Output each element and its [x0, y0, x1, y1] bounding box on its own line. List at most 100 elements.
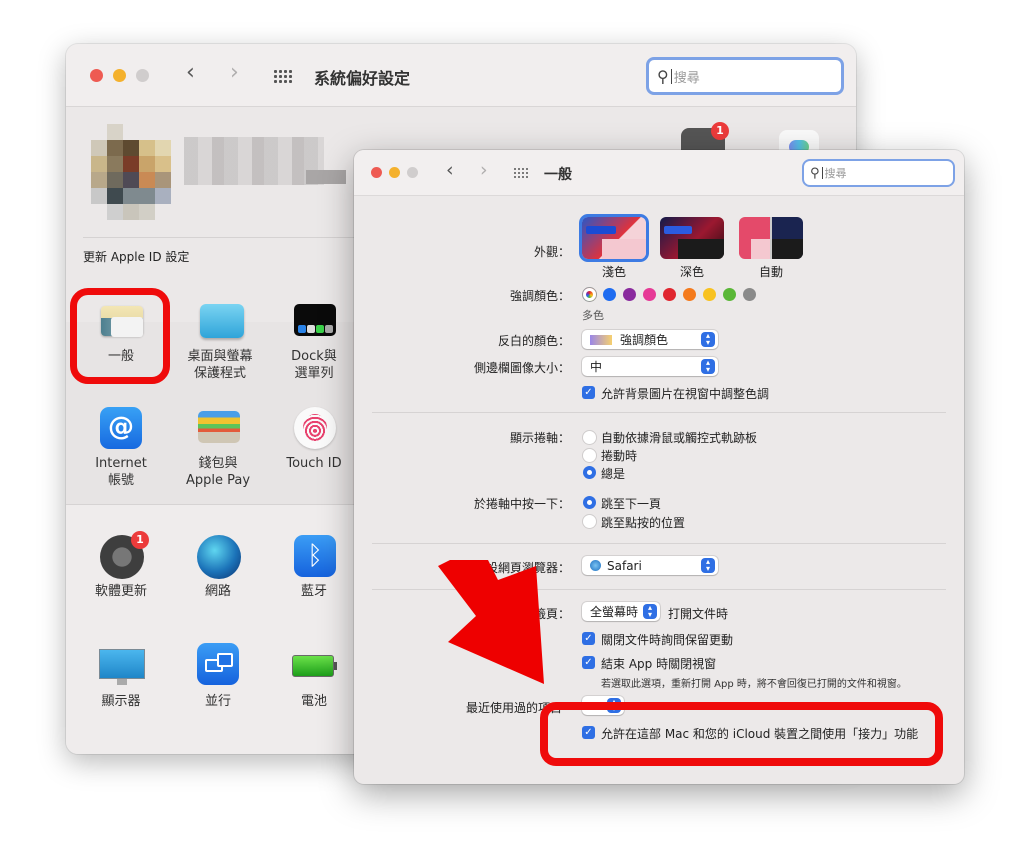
forward-arrow-icon[interactable]: ›: [480, 159, 488, 181]
accent-color-swatch[interactable]: [623, 288, 636, 301]
accent-color-selected-name: 多色: [582, 309, 604, 322]
search-icon: ⚲: [810, 165, 820, 181]
ask-keep-changes-checkbox[interactable]: ✓: [582, 632, 595, 645]
pref-wallet-applepay-label: 錢包與 Apple Pay: [185, 456, 251, 488]
click-next-page-radio[interactable]: [583, 496, 596, 509]
blurred-user-name: [184, 137, 324, 185]
click-scroll-bar-label: 於捲軸中按一下：: [473, 497, 570, 511]
divider: [372, 543, 946, 544]
pref-dock-menubar[interactable]: Dock與 選單列: [264, 302, 364, 382]
general-preferences-window: ‹ › 一般 ⚲ 搜尋 外觀： 淺色 深色 自動 強調顏色： 多色 反白的顏色：: [354, 150, 964, 784]
click-spot-label: 跳至點按的位置: [601, 516, 686, 530]
pref-sidecar[interactable]: 並行: [168, 643, 268, 710]
pref-software-update-label: 軟體更新: [94, 584, 147, 599]
pref-dock-menubar-label: Dock與 選單列: [291, 349, 337, 381]
scroll-bars-when-scrolling-label: 捲動時: [601, 449, 638, 463]
accent-color-swatch[interactable]: [683, 288, 696, 301]
zoom-button[interactable]: [407, 167, 418, 178]
pref-bluetooth[interactable]: ᛒ 藍牙: [264, 535, 364, 600]
scroll-bars-auto-label: 自動依據滑鼠或觸控式軌跡板: [601, 431, 758, 445]
sidecar-icon: [196, 643, 240, 687]
pref-desktop-screensaver[interactable]: 桌面與螢幕 保護程式: [170, 302, 270, 382]
accent-color-swatch[interactable]: [743, 288, 756, 301]
highlight-color-swatch: [590, 334, 612, 345]
prefer-tabs-suffix: 打開文件時: [668, 607, 729, 621]
default-browser-value: Safari: [607, 558, 642, 573]
accent-color-swatch[interactable]: [723, 288, 736, 301]
show-all-grid-icon[interactable]: [514, 168, 528, 178]
pref-touch-id[interactable]: Touch ID: [264, 407, 364, 472]
sidebar-icon-size-popup[interactable]: 中 ▴ ▾: [582, 357, 718, 376]
prefer-tabs-value: 全螢幕時: [590, 605, 639, 619]
scroll-bars-when-scrolling-radio[interactable]: [583, 449, 596, 462]
window-title: 一般: [544, 167, 572, 183]
arrow-shape: [438, 560, 544, 684]
appearance-dark-option[interactable]: [660, 217, 724, 259]
pref-battery[interactable]: 電池: [264, 647, 364, 710]
appearance-auto-option[interactable]: [739, 217, 803, 259]
close-button[interactable]: [90, 69, 103, 82]
ask-keep-changes-label: 關閉文件時詢問保留更動: [601, 633, 734, 647]
battery-icon: [292, 647, 337, 687]
pref-internet-accounts-label: Internet 帳號: [95, 456, 147, 488]
accent-color-swatch[interactable]: [663, 288, 676, 301]
click-next-page-label: 跳至下一頁: [601, 497, 662, 511]
accent-color-multicolor[interactable]: [583, 288, 596, 301]
divider: [372, 412, 946, 413]
search-placeholder: 搜尋: [824, 167, 847, 180]
pref-displays-label: 顯示器: [101, 694, 141, 709]
apple-id-badge: 1: [711, 122, 729, 140]
dock-menubar-icon: [292, 302, 336, 342]
safari-icon: [590, 560, 601, 571]
close-windows-checkbox[interactable]: ✓: [582, 656, 595, 669]
close-button[interactable]: [371, 167, 382, 178]
search-input[interactable]: ⚲ 搜尋: [802, 159, 955, 187]
popup-chevron-icon: ▴ ▾: [701, 558, 715, 573]
click-spot-radio[interactable]: [583, 515, 596, 528]
update-apple-id-settings-link[interactable]: 更新 Apple ID 設定: [83, 248, 189, 265]
software-update-icon: 1: [99, 531, 149, 579]
pref-internet-accounts[interactable]: @ Internet 帳號: [71, 407, 171, 489]
close-windows-note: 若選取此選項，重新打開 App 時，將不會回復已打開的文件和視窗。: [601, 679, 907, 690]
appearance-dark-label: 深色: [680, 265, 705, 279]
minimize-button[interactable]: [389, 167, 400, 178]
minimize-button[interactable]: [113, 69, 126, 82]
show-scroll-bars-label: 顯示捲軸：: [509, 431, 570, 445]
pref-touch-id-label: Touch ID: [286, 456, 342, 471]
bluetooth-icon: ᛒ: [292, 535, 336, 577]
forward-arrow-icon[interactable]: ›: [230, 60, 239, 85]
wallpaper-tinting-checkbox[interactable]: ✓: [582, 386, 595, 399]
pref-battery-label: 電池: [300, 694, 327, 709]
zoom-button[interactable]: [136, 69, 149, 82]
software-update-badge: 1: [131, 531, 149, 549]
scroll-bars-always-radio[interactable]: [583, 466, 596, 479]
accent-color-swatch[interactable]: [643, 288, 656, 301]
appearance-auto-label: 自動: [759, 265, 784, 279]
pref-network[interactable]: 網路: [168, 535, 268, 600]
default-browser-popup[interactable]: Safari ▴ ▾: [582, 556, 718, 575]
display-icon: [99, 647, 145, 687]
fingerprint-icon: [292, 407, 336, 449]
wallet-icon: [196, 409, 240, 449]
pref-wallet-applepay[interactable]: 錢包與 Apple Pay: [168, 409, 268, 489]
popup-chevron-icon: ▴ ▾: [701, 359, 715, 374]
window-title: 系統偏好設定: [314, 69, 411, 88]
pref-displays[interactable]: 顯示器: [71, 647, 171, 710]
blurred-account-text: [306, 170, 346, 184]
pref-software-update[interactable]: 1 軟體更新: [71, 531, 171, 600]
close-windows-label: 結束 App 時關閉視窗: [601, 657, 717, 671]
sidebar-icon-size-value: 中: [590, 360, 603, 374]
highlight-color-popup[interactable]: 強調顏色 ▴ ▾: [582, 330, 718, 349]
highlight-color-label: 反白的顏色：: [497, 334, 570, 348]
prefer-tabs-popup[interactable]: 全螢幕時 ▴ ▾: [582, 602, 660, 621]
show-all-grid-icon[interactable]: [274, 70, 292, 83]
accent-color-label: 強調顏色：: [509, 289, 570, 303]
back-arrow-icon[interactable]: ‹: [186, 60, 195, 85]
accent-color-swatch[interactable]: [703, 288, 716, 301]
search-input[interactable]: ⚲ 搜尋: [646, 57, 844, 95]
back-arrow-icon[interactable]: ‹: [446, 159, 454, 181]
highlight-handoff-annotation: [540, 702, 943, 766]
scroll-bars-auto-radio[interactable]: [583, 431, 596, 444]
appearance-light-option[interactable]: [579, 214, 649, 262]
accent-color-swatch[interactable]: [603, 288, 616, 301]
